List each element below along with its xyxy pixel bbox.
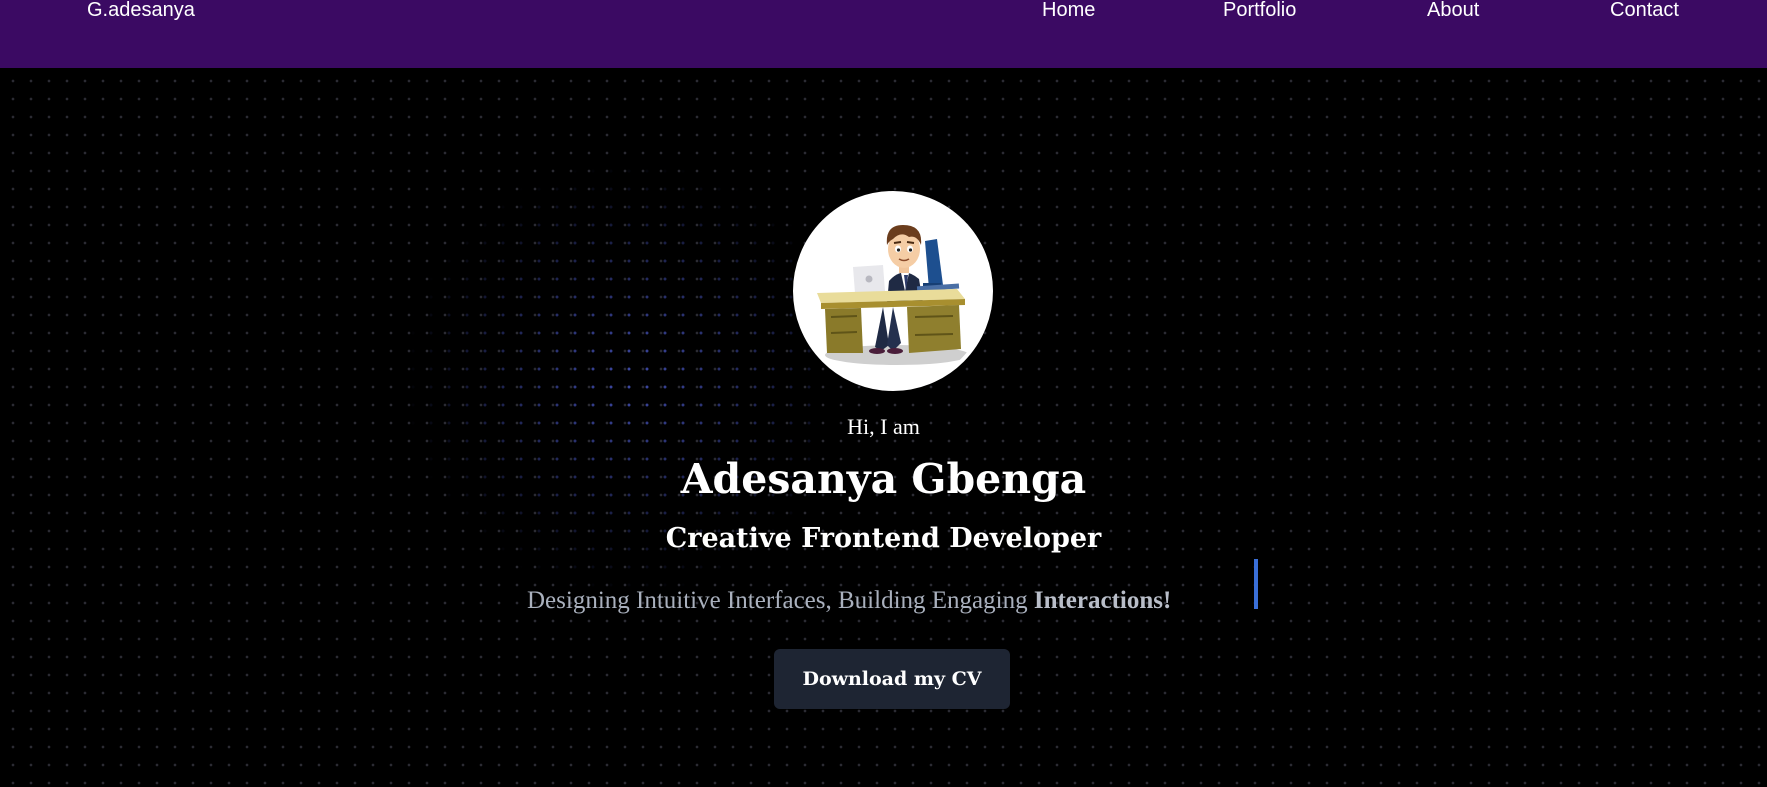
nav-link-about[interactable]: About xyxy=(1427,0,1479,22)
navbar: G.adesanya Home Portfolio About Contact xyxy=(0,0,1767,68)
hero-tagline: Designing Intuitive Interfaces, Building… xyxy=(527,586,1171,616)
download-cv-button[interactable]: Download my CV xyxy=(774,649,1010,709)
nav-link-portfolio[interactable]: Portfolio xyxy=(1223,0,1296,22)
tagline-text: Designing Intuitive Interfaces, Building… xyxy=(527,587,1028,614)
brand-logo-text[interactable]: G.adesanya xyxy=(87,0,195,22)
typing-cursor xyxy=(1254,559,1258,609)
hero-role: Creative Frontend Developer xyxy=(665,523,1102,554)
tagline-highlight-word: Interactions! xyxy=(1033,587,1172,614)
nav-link-contact[interactable]: Contact xyxy=(1610,0,1679,22)
avatar xyxy=(793,191,993,391)
hero-name: Adesanya Gbenga xyxy=(680,455,1087,503)
greeting-text: Hi, I am xyxy=(847,414,920,439)
developer-at-desk-illustration xyxy=(817,225,969,365)
nav-link-home[interactable]: Home xyxy=(1042,0,1095,22)
